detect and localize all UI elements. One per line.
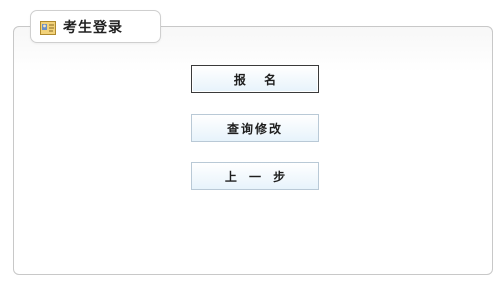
panel-title: 考生登录 <box>63 19 123 36</box>
id-card-icon <box>40 20 56 35</box>
previous-step-button[interactable]: 上 一 步 <box>191 162 319 190</box>
login-panel <box>13 26 493 275</box>
query-modify-button[interactable]: 查询修改 <box>191 114 319 142</box>
panel-tab: 考生登录 <box>30 10 161 43</box>
register-button[interactable]: 报 名 <box>191 65 319 93</box>
